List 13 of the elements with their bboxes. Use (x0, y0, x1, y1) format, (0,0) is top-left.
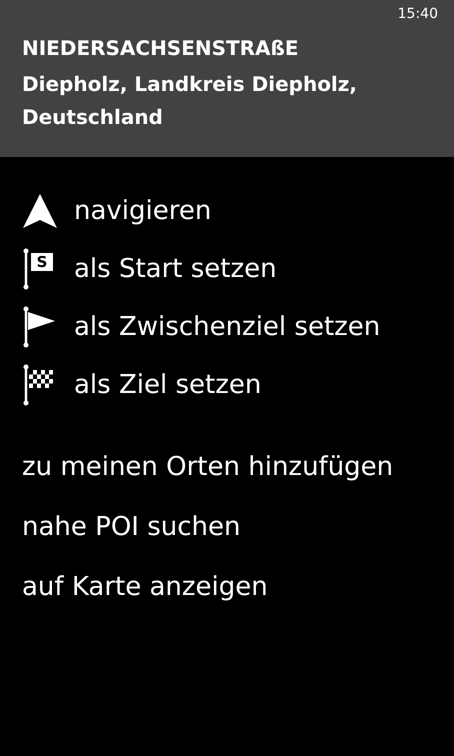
menu-link[interactable]: nahe POI suchen (22, 510, 454, 545)
action-link[interactable]: navigieren (74, 196, 212, 226)
place-title: NIEDERSACHSENSTRAßE (22, 36, 300, 60)
menu-link[interactable]: zu meinen Orten hinzufügen (22, 450, 454, 485)
place-address: Diepholz, Landkreis Diepholz, Deutschland (22, 71, 358, 131)
menu-link[interactable]: auf Karte anzeigen (22, 570, 454, 605)
action-link[interactable]: als Ziel setzen (74, 370, 262, 400)
clock-time: 15:40 (398, 6, 438, 22)
navigation-arrow-icon (22, 192, 58, 228)
action-link[interactable]: als Zwischenziel setzen (74, 312, 380, 342)
pennant-flag-icon (22, 306, 56, 348)
action-link[interactable]: als Start setzen (74, 254, 277, 284)
checkered-flag-icon (22, 364, 56, 406)
